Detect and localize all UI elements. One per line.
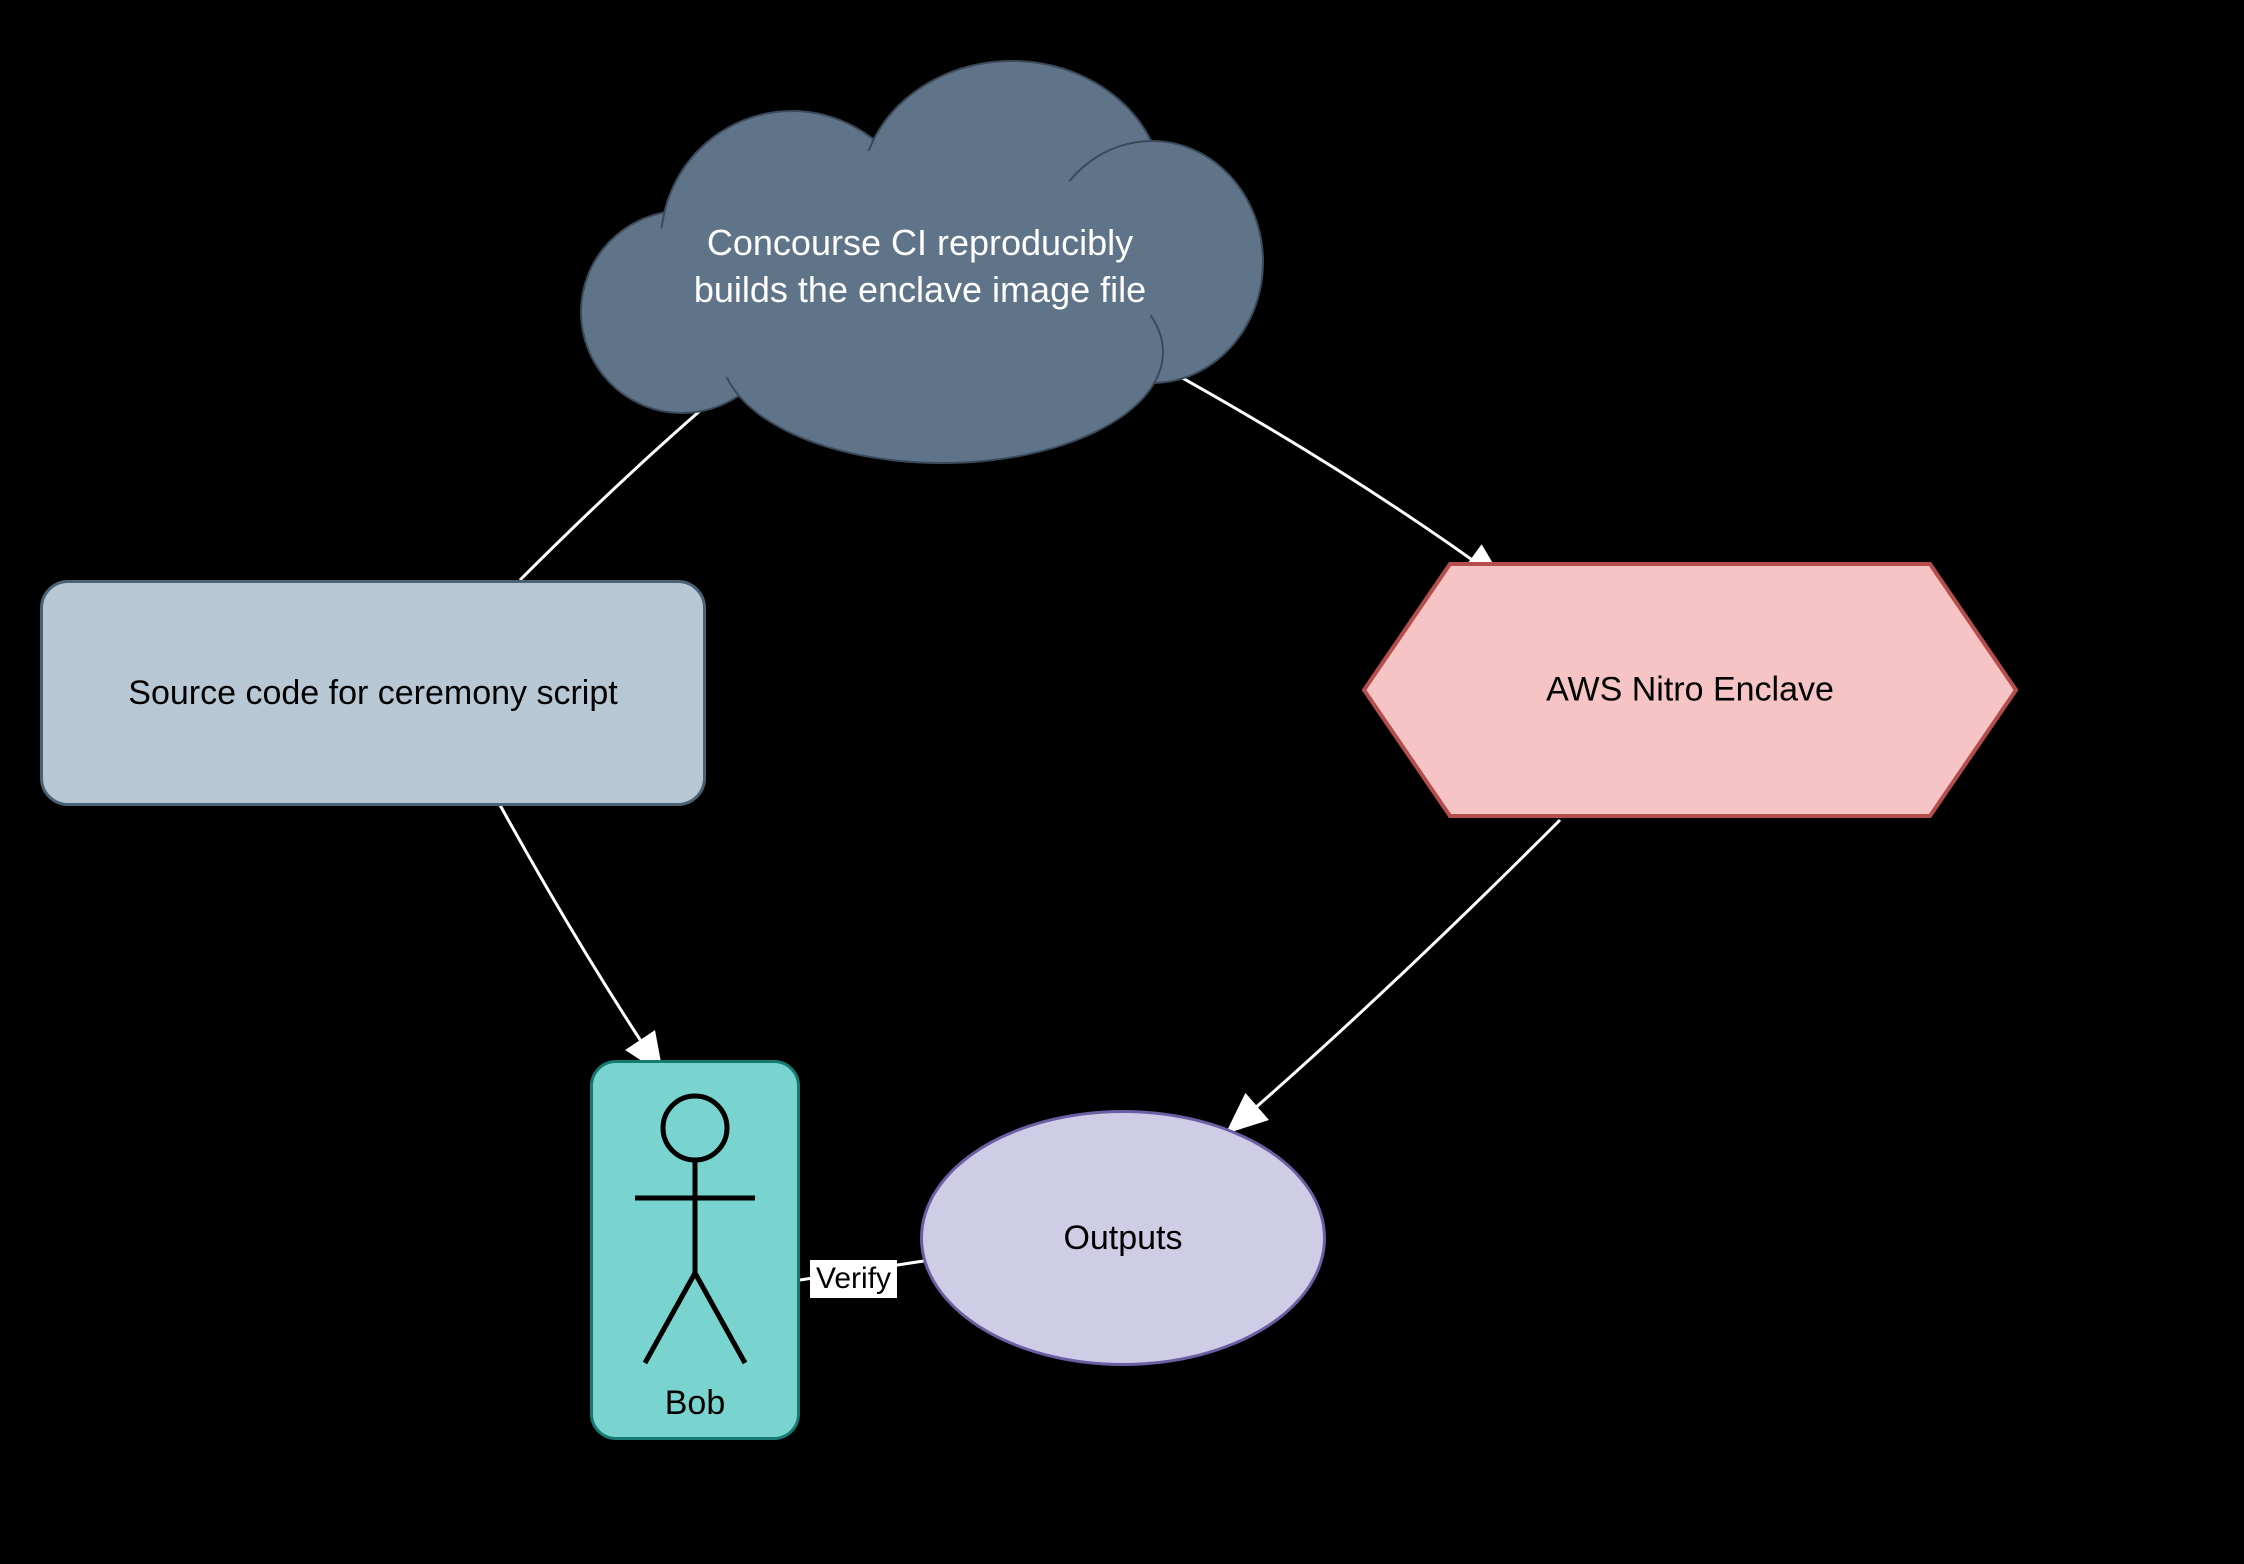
verify-label: Verify <box>810 1260 897 1298</box>
source-code-label: Source code for ceremony script <box>128 674 617 713</box>
outputs-label: Outputs <box>1063 1219 1182 1258</box>
node-concourse-cloud: Concourse CI reproducibly builds the enc… <box>580 60 1260 460</box>
node-source-code: Source code for ceremony script <box>40 580 706 806</box>
cloud-label: Concourse CI reproducibly builds the enc… <box>640 220 1200 314</box>
edge-source-to-bob <box>500 805 660 1070</box>
cloud-label-line2: builds the enclave image file <box>640 267 1200 314</box>
stick-figure-icon <box>615 1083 775 1383</box>
diagram-canvas: Concourse CI reproducibly builds the enc… <box>0 0 2244 1564</box>
enclave-label: AWS Nitro Enclave <box>1360 671 2020 710</box>
actor-name-label: Bob <box>593 1384 797 1423</box>
node-outputs: Outputs <box>920 1110 1326 1366</box>
edge-enclave-to-outputs <box>1230 820 1560 1130</box>
node-actor-bob: Bob <box>590 1060 800 1440</box>
cloud-label-line1: Concourse CI reproducibly <box>640 220 1200 267</box>
node-aws-enclave: AWS Nitro Enclave <box>1360 560 2020 820</box>
